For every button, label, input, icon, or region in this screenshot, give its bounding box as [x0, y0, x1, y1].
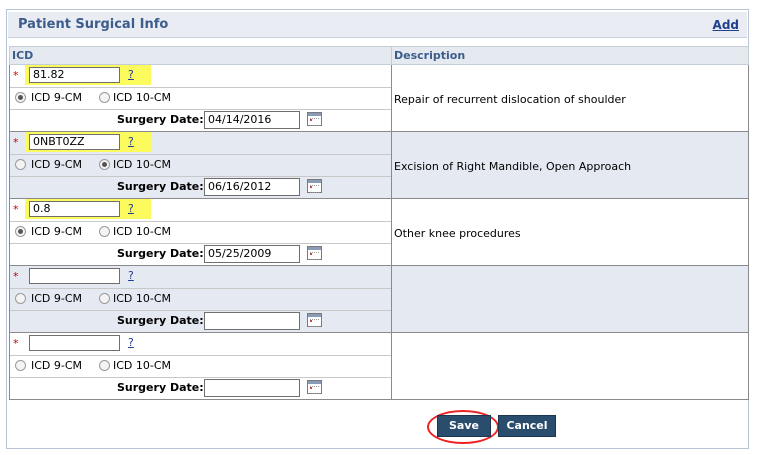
icd10-radio[interactable]: [99, 92, 110, 103]
surgery-date-label: Surgery Date:: [117, 314, 204, 327]
icd-cell: *? ICD 9-CM ICD 10-CM Surgery Date:: [9, 265, 392, 333]
table-row: *? ICD 9-CM ICD 10-CM Surgery Date:: [9, 332, 749, 400]
icd9-radio[interactable]: [15, 159, 26, 170]
table-row: * 81.82? ICD 9-CM ICD 10-CM Surgery Date: 04/…: [9, 64, 749, 132]
icd10-radio[interactable]: [99, 159, 110, 170]
table-row: *? ICD 9-CM ICD 10-CM Surgery Date:: [9, 265, 749, 333]
calendar-icon[interactable]: [307, 313, 322, 327]
icd10-label: ICD 10-CM: [113, 91, 172, 104]
icd-code-input[interactable]: 81.82: [29, 67, 120, 83]
table-row: * 0NBT0ZZ? ICD 9-CM ICD 10-CM Surgery Date: 0…: [9, 131, 749, 199]
icd10-radio[interactable]: [99, 293, 110, 304]
surgery-date-input[interactable]: 04/14/2016: [204, 111, 300, 129]
save-button[interactable]: Save: [437, 415, 491, 437]
icd-code-input[interactable]: [29, 268, 120, 284]
procedure-description: Other knee procedures: [394, 227, 521, 240]
surgery-date-label: Surgery Date:: [117, 113, 204, 126]
icd9-label: ICD 9-CM: [31, 158, 83, 171]
panel-title: Patient Surgical Info: [18, 17, 169, 32]
help-link[interactable]: ?: [128, 202, 134, 215]
description-cell: [391, 265, 749, 333]
required-marker: *: [13, 203, 19, 216]
icd10-label: ICD 10-CM: [113, 359, 172, 372]
icd10-label: ICD 10-CM: [113, 225, 172, 238]
required-marker: *: [13, 270, 19, 283]
icd-cell: * 0NBT0ZZ? ICD 9-CM ICD 10-CM Surgery Date: 0…: [9, 131, 392, 199]
surgery-date-input[interactable]: [204, 379, 300, 397]
calendar-icon[interactable]: [307, 112, 322, 126]
icd10-radio[interactable]: [99, 226, 110, 237]
calendar-icon[interactable]: [307, 179, 322, 193]
required-marker: *: [13, 136, 19, 149]
required-marker: *: [13, 69, 19, 82]
help-link[interactable]: ?: [128, 336, 134, 349]
help-link[interactable]: ?: [128, 135, 134, 148]
surgery-date-input[interactable]: [204, 312, 300, 330]
surgery-date-label: Surgery Date:: [117, 180, 204, 193]
icd10-label: ICD 10-CM: [113, 158, 172, 171]
icd-cell: * 0.8? ICD 9-CM ICD 10-CM Surgery Date: 05/25…: [9, 198, 392, 266]
icd-code-input[interactable]: 0.8: [29, 201, 120, 217]
calendar-icon[interactable]: [307, 246, 322, 260]
help-link[interactable]: ?: [128, 68, 134, 81]
icd-cell: * 81.82? ICD 9-CM ICD 10-CM Surgery Date: 04/…: [9, 64, 392, 132]
table-row: * 0.8? ICD 9-CM ICD 10-CM Surgery Date: 05/25…: [9, 198, 749, 266]
icd10-radio[interactable]: [99, 360, 110, 371]
icd-code-input[interactable]: 0NBT0ZZ: [29, 134, 120, 150]
icd9-radio[interactable]: [15, 226, 26, 237]
surgical-info-table: ICD Description * 81.82? ICD 9-CM ICD 10-CM…: [9, 46, 749, 400]
help-link[interactable]: ?: [128, 269, 134, 282]
icd9-radio[interactable]: [15, 92, 26, 103]
icd9-label: ICD 9-CM: [31, 91, 83, 104]
table-header-row: ICD Description: [9, 46, 749, 65]
description-cell: Excision of Right Mandible, Open Approac…: [391, 131, 749, 199]
icd-column-header: ICD: [9, 46, 392, 65]
icd9-label: ICD 9-CM: [31, 292, 83, 305]
icd9-radio[interactable]: [15, 293, 26, 304]
description-column-header: Description: [391, 46, 749, 65]
icd-code-input[interactable]: [29, 335, 120, 351]
description-cell: [391, 332, 749, 400]
surgery-date-input[interactable]: 05/25/2009: [204, 245, 300, 263]
panel-header: Patient Surgical Info Add: [8, 12, 747, 38]
description-cell: Other knee procedures: [391, 198, 749, 266]
icd10-label: ICD 10-CM: [113, 292, 172, 305]
icd9-label: ICD 9-CM: [31, 359, 83, 372]
surgery-date-input[interactable]: 06/16/2012: [204, 178, 300, 196]
required-marker: *: [13, 337, 19, 350]
procedure-description: Excision of Right Mandible, Open Approac…: [394, 160, 632, 173]
icd9-radio[interactable]: [15, 360, 26, 371]
calendar-icon[interactable]: [307, 380, 322, 394]
procedure-description: Repair of recurrent dislocation of shoul…: [394, 93, 626, 106]
surgery-date-label: Surgery Date:: [117, 247, 204, 260]
icd-cell: *? ICD 9-CM ICD 10-CM Surgery Date:: [9, 332, 392, 400]
cancel-button[interactable]: Cancel: [498, 415, 556, 437]
surgery-date-label: Surgery Date:: [117, 381, 204, 394]
description-cell: Repair of recurrent dislocation of shoul…: [391, 64, 749, 132]
add-link[interactable]: Add: [713, 18, 739, 32]
icd9-label: ICD 9-CM: [31, 225, 83, 238]
